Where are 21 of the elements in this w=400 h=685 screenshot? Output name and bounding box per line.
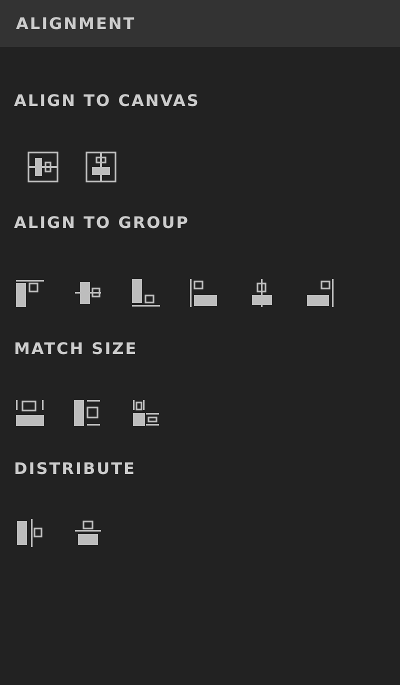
panel-title: ALIGNMENT [16,14,136,33]
match-width-button[interactable] [14,397,46,429]
align-top-icon [14,277,46,309]
section-title: ALIGN TO GROUP [14,213,190,233]
match-size-button[interactable] [130,397,162,429]
align-horizontal-center-button[interactable] [27,151,59,183]
section-title: DISTRIBUTE [14,459,137,479]
align-left-button[interactable] [188,277,220,309]
align-vertical-center-button[interactable] [85,151,117,183]
align-bottom-button[interactable] [130,277,162,309]
align-horizontal-center-icon [27,151,59,183]
section-title: MATCH SIZE [14,339,139,359]
align-right-icon [304,277,336,309]
match-size-icon [130,397,162,429]
align-bottom-icon [130,277,162,309]
align-vertical-center-icon [85,151,117,183]
section-title: ALIGN TO CANVAS [14,91,201,111]
match-width-icon [14,397,46,429]
align-left-icon [188,277,220,309]
align-right-button[interactable] [304,277,336,309]
align-top-button[interactable] [14,277,46,309]
